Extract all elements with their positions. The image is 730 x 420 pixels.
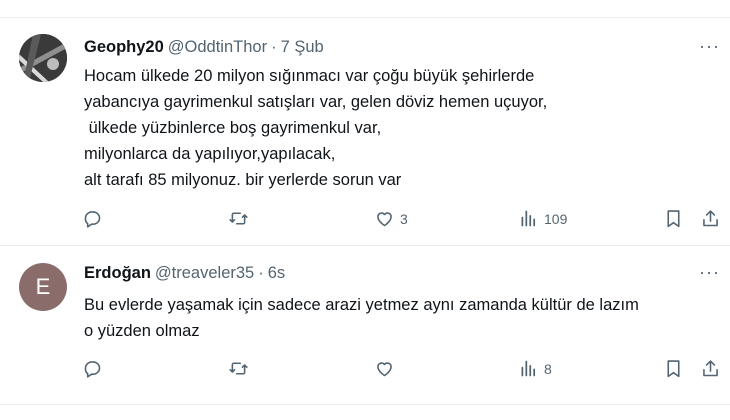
views-icon [518,358,539,379]
tweet-text-line: alt tarafı 85 milyonuz. bir yerlerde sor… [84,171,402,189]
timestamp[interactable]: 7 Şub [281,38,324,57]
avatar[interactable] [19,34,67,82]
share-button[interactable] [700,208,721,229]
views-icon [518,208,539,229]
share-button[interactable] [700,358,721,379]
retweet-button[interactable] [228,358,254,379]
bookmark-button[interactable] [663,208,684,229]
tweet-header: Erdoğan @treaveler35 · 6s [84,264,285,283]
handle[interactable]: @treaveler35 [155,264,254,283]
tweet-text-line: yabancıya gayrimenkul satışları var, gel… [84,93,548,111]
bottom-divider [0,404,730,405]
tweet-actions: 8 [0,358,730,382]
tweet-text-line: Bu evlerde yaşamak için sadece arazi yet… [84,296,639,314]
reply-button[interactable] [82,208,108,229]
tweet-text-line: ülkede yüzbinlerce boş gayrimenkul var, [84,119,382,137]
tweet-actions: 3 109 [0,208,730,232]
bookmark-icon [663,358,684,379]
views-button[interactable]: 8 [518,358,552,379]
like-count: 3 [400,210,408,227]
share-icon [700,208,721,229]
bookmark-icon [663,208,684,229]
views-count: 8 [544,360,552,377]
display-name[interactable]: Erdoğan [84,264,151,283]
more-options-icon[interactable]: ··· [699,36,720,57]
like-icon [374,358,395,379]
views-button[interactable]: 109 [518,208,567,229]
more-options-icon[interactable]: ··· [699,262,720,283]
tweet-header: Geophy20 @OddtinThor · 7 Şub [84,38,324,57]
tweet-text: Hocam ülkede 20 milyon sığınmacı var çoğ… [84,63,724,193]
tweet-text-line: milyonlarca da yapılıyor,yapılacak, [84,145,336,163]
bookmark-button[interactable] [663,358,684,379]
tweet-text: Bu evlerde yaşamak için sadece arazi yet… [84,292,724,344]
avatar-letter: E [35,274,51,299]
separator: · [258,264,264,282]
tweet-geophy20[interactable]: Geophy20 @OddtinThor · 7 Şub ··· Hocam ü… [0,18,730,244]
separator: · [271,38,277,56]
views-count: 109 [544,210,568,227]
handle[interactable]: @OddtinThor [168,38,267,57]
reply-button[interactable] [82,358,108,379]
like-button[interactable]: 3 [374,208,408,229]
like-icon [374,208,395,229]
tweet-text-line: o yüzden olmaz [84,322,200,340]
avatar-photo [19,34,67,82]
share-icon [700,358,721,379]
like-button[interactable] [374,358,400,379]
timestamp[interactable]: 6s [268,264,285,283]
display-name[interactable]: Geophy20 [84,38,164,57]
retweet-icon [228,358,249,379]
reply-icon [82,358,103,379]
avatar[interactable]: E [19,263,67,311]
retweet-icon [228,208,249,229]
tweet-text-line: Hocam ülkede 20 milyon sığınmacı var çoğ… [84,67,535,85]
retweet-button[interactable] [228,208,254,229]
tweet-erdogan[interactable]: E Erdoğan @treaveler35 · 6s ··· Bu evler… [0,246,730,420]
reply-icon [82,208,103,229]
